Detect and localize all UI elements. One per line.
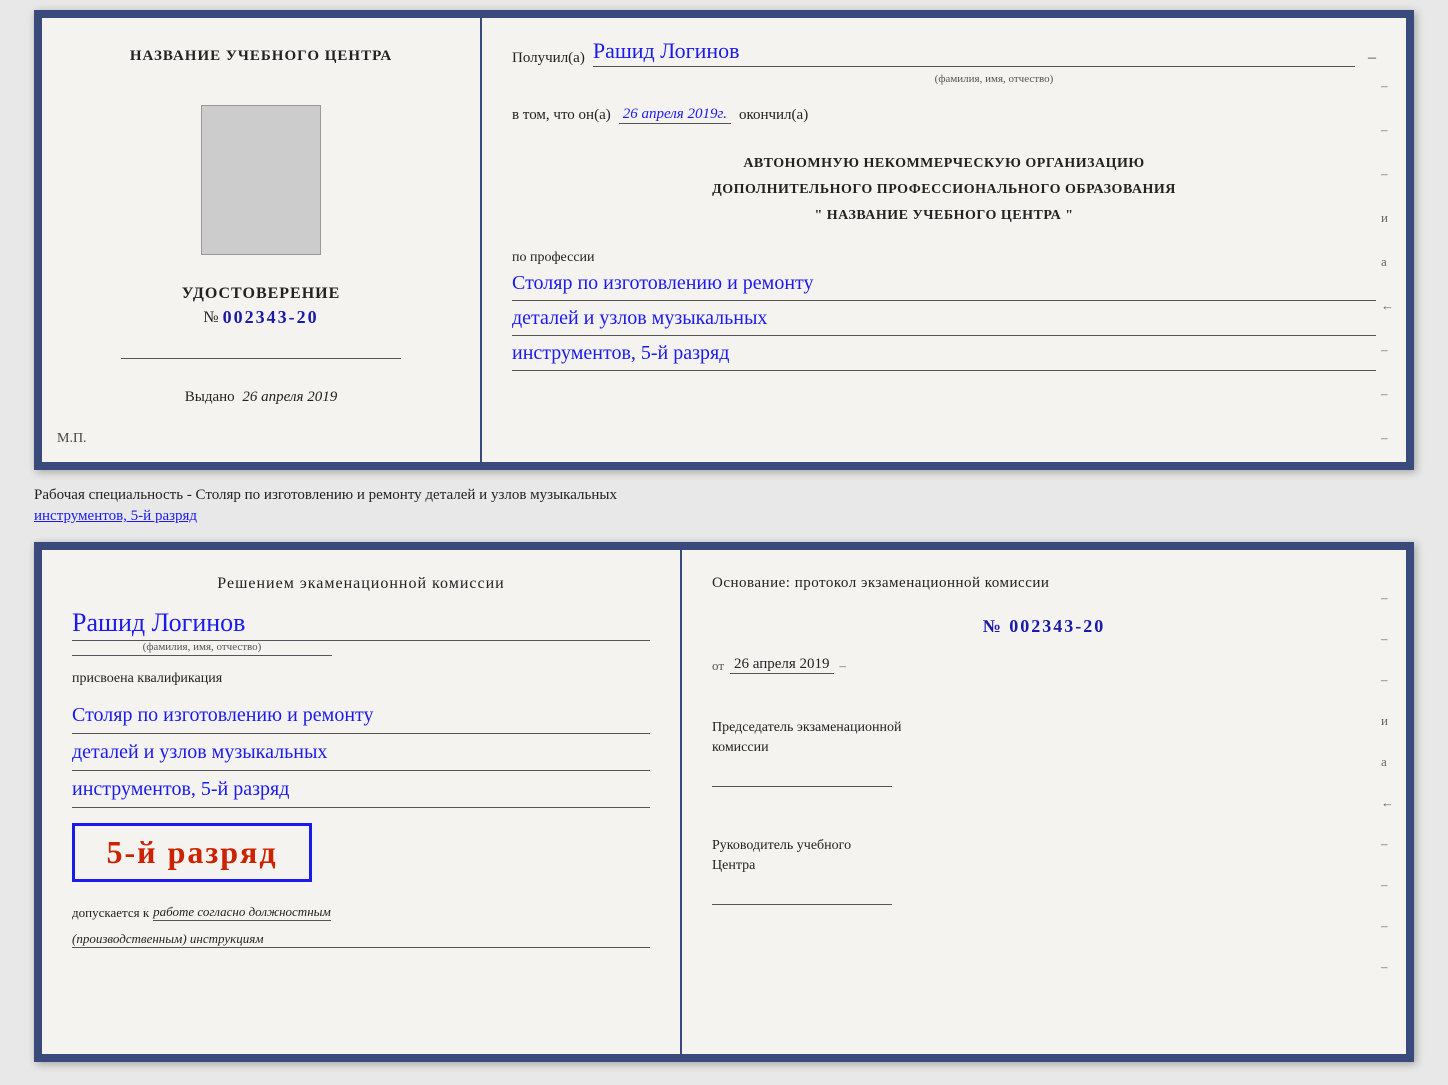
ot-dash: – bbox=[840, 658, 847, 674]
vydano-block: Выдано 26 апреля 2019 bbox=[185, 389, 337, 406]
predsedatel-label: Председатель экзаменационной комиссии bbox=[712, 718, 1376, 757]
bottom-cert-right-panel: Основание: протокол экзаменационной коми… bbox=[682, 550, 1406, 1054]
vtom-label: в том, что он(а) bbox=[512, 107, 611, 124]
bottom-certificate: Решением экаменационной комиссии Рашид Л… bbox=[34, 542, 1414, 1062]
bottom-profession-line3: инструментов, 5-й разряд bbox=[72, 771, 650, 808]
udost-label: УДОСТОВЕРЕНИЕ bbox=[182, 285, 341, 303]
name-sublabel-row: (фамилия, имя, отчество) bbox=[612, 69, 1376, 87]
dopuskaetsya-value: работе согласно должностным bbox=[153, 904, 331, 921]
okonchil-label: окончил(а) bbox=[739, 107, 808, 124]
bottom-side-dashes: – – – и а ← – – – – bbox=[1381, 590, 1394, 975]
udostoverenie-block: УДОСТОВЕРЕНИЕ № 002343-20 bbox=[182, 285, 341, 328]
prisvoena-label: присвоена квалификация bbox=[72, 671, 650, 687]
profession-line1: Столяр по изготовлению и ремонту bbox=[512, 266, 1376, 301]
photo-placeholder bbox=[201, 105, 321, 255]
dopuskaetsya-value2: (производственным) инструкциям bbox=[72, 931, 650, 948]
org-text-line1: АВТОНОМНУЮ НЕКОММЕРЧЕСКУЮ ОРГАНИЗАЦИЮ bbox=[512, 153, 1376, 174]
rank-box: 5-й разряд bbox=[72, 823, 312, 882]
middle-label-line1: Рабочая специальность - Столяр по изгото… bbox=[34, 487, 617, 503]
middle-label-line2: инструментов, 5-й разряд bbox=[34, 508, 197, 524]
org-text-line2: ДОПОЛНИТЕЛЬНОГО ПРОФЕССИОНАЛЬНОГО ОБРАЗО… bbox=[512, 179, 1376, 200]
recipient-block: Получил(a) Рашид Логинов – (фамилия, имя… bbox=[512, 38, 1376, 87]
rukovoditel-signature bbox=[712, 880, 892, 905]
bottom-profession-line1: Столяр по изготовлению и ремонту bbox=[72, 697, 650, 734]
bottom-profession-line2: деталей и узлов музыкальных bbox=[72, 734, 650, 771]
top-cert-left-panel: НАЗВАНИЕ УЧЕБНОГО ЦЕНТРА УДОСТОВЕРЕНИЕ №… bbox=[42, 18, 482, 462]
top-cert-right-panel: Получил(a) Рашид Логинов – (фамилия, имя… bbox=[482, 18, 1406, 462]
poluchil-label: Получил(a) bbox=[512, 50, 585, 67]
ot-label: от bbox=[712, 658, 724, 674]
rukovoditel-block: Руководитель учебного Центра bbox=[712, 821, 1376, 905]
predsedatel-signature bbox=[712, 762, 892, 787]
ot-date: 26 апреля 2019 bbox=[730, 656, 834, 674]
middle-label-block: Рабочая специальность - Столяр по изгото… bbox=[34, 480, 1414, 532]
dopuskaetsya-block: допускается к работе согласно должностны… bbox=[72, 900, 650, 921]
ot-row: от 26 апреля 2019 – bbox=[712, 656, 1376, 674]
top-cert-center-title: НАЗВАНИЕ УЧЕБНОГО ЦЕНТРА bbox=[130, 48, 392, 65]
profession-block: по профессии Столяр по изготовлению и ре… bbox=[512, 250, 1376, 371]
po-professii-label: по профессии bbox=[512, 250, 1376, 266]
decision-title: Решением экаменационной комиссии bbox=[72, 575, 650, 593]
predsedatel-block: Председатель экзаменационной комиссии bbox=[712, 703, 1376, 787]
name-sublabel: (фамилия, имя, отчество) bbox=[935, 73, 1054, 85]
bottom-cert-left-panel: Решением экаменационной комиссии Рашид Л… bbox=[42, 550, 682, 1054]
vydano-date: 26 апреля 2019 bbox=[242, 389, 337, 405]
bottom-recipient-block: Рашид Логинов (фамилия, имя, отчество) bbox=[72, 603, 650, 656]
rank-text: 5-й разряд bbox=[95, 834, 289, 871]
vydano-label: Выдано bbox=[185, 389, 235, 405]
date-row: в том, что он(а) 26 апреля 2019г. окончи… bbox=[512, 106, 1376, 124]
mp-label: М.П. bbox=[57, 431, 87, 447]
cert-date-value: 26 апреля 2019г. bbox=[619, 106, 731, 124]
dash: – bbox=[1368, 49, 1376, 67]
bottom-profession-block: Столяр по изготовлению и ремонту деталей… bbox=[72, 697, 650, 808]
rukovoditel-label: Руководитель учебного Центра bbox=[712, 836, 1376, 875]
osnov-label: Основание: протокол экзаменационной коми… bbox=[712, 575, 1376, 592]
udost-number: 002343-20 bbox=[223, 307, 319, 328]
recipient-name: Рашид Логинов bbox=[593, 38, 1355, 67]
recipient-row: Получил(a) Рашид Логинов – bbox=[512, 38, 1376, 67]
bottom-recipient-name: Рашид Логинов bbox=[72, 608, 650, 641]
profession-line3: инструментов, 5-й разряд bbox=[512, 336, 1376, 371]
org-text-line3: " НАЗВАНИЕ УЧЕБНОГО ЦЕНТРА " bbox=[512, 205, 1376, 226]
bottom-name-sublabel: (фамилия, имя, отчество) bbox=[72, 641, 332, 656]
top-certificate: НАЗВАНИЕ УЧЕБНОГО ЦЕНТРА УДОСТОВЕРЕНИЕ №… bbox=[34, 10, 1414, 470]
profession-line2: деталей и узлов музыкальных bbox=[512, 301, 1376, 336]
org-text-block: АВТОНОМНУЮ НЕКОММЕРЧЕСКУЮ ОРГАНИЗАЦИЮ ДО… bbox=[512, 148, 1376, 226]
divider-line bbox=[121, 358, 401, 359]
dopuskaetsya-label: допускается к bbox=[72, 905, 149, 921]
side-dashes: – – – и а ← – – – bbox=[1381, 78, 1394, 446]
protocol-number: № 002343-20 bbox=[712, 616, 1376, 637]
udost-number-prefix: № bbox=[203, 309, 218, 327]
